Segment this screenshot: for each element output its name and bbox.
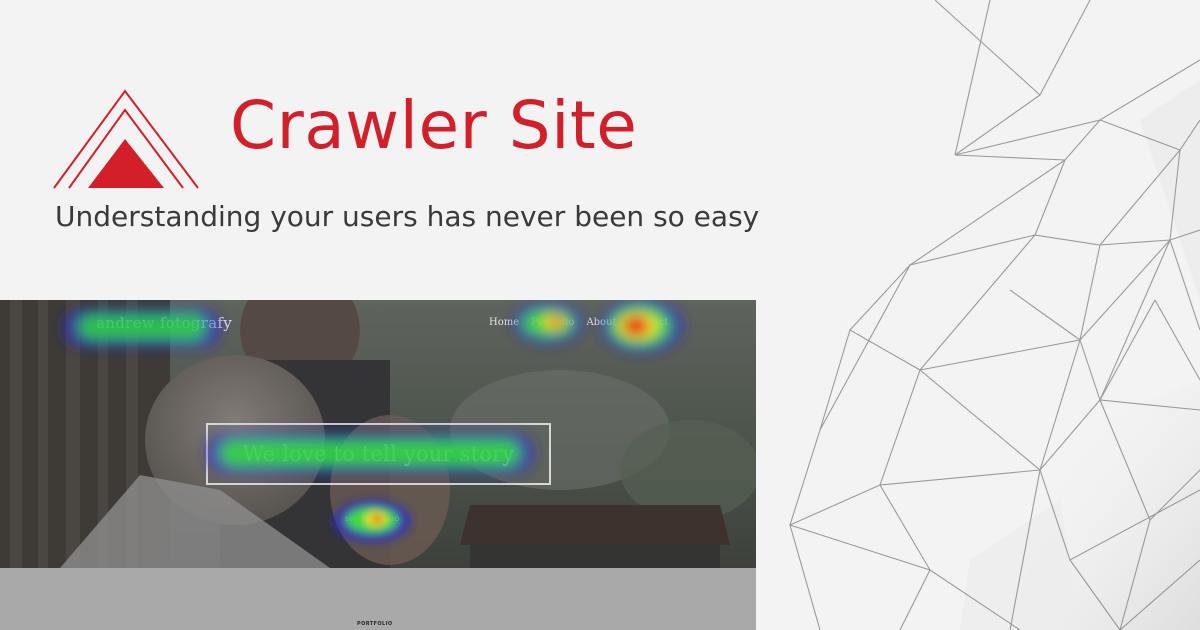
preview-hero-text: We love to tell your story — [242, 442, 515, 466]
preview-nav-contact: Contact — [628, 317, 669, 328]
preview-site-logo: andrew fotografy — [96, 314, 233, 332]
preview-nav-about: About — [586, 317, 617, 328]
preview-nav-home: Home — [489, 317, 520, 328]
brand-logo-icon — [53, 89, 199, 189]
brand-title: Crawler Site — [230, 87, 638, 164]
polygon-mesh-graphic — [789, 0, 1200, 630]
heatmap-screenshot-preview: andrew fotografy Home Portfolio About Co… — [0, 300, 756, 630]
preview-nav-portfolio: Portfolio — [531, 317, 575, 328]
preview-cta-button: SEE PORTFOLIO — [345, 516, 400, 523]
preview-hero-box: We love to tell your story — [206, 423, 551, 485]
preview-site-nav: Home Portfolio About Contact — [489, 317, 668, 328]
brand-tagline: Understanding your users has never been … — [55, 200, 760, 233]
preview-lower-section-label: PORTFOLIO — [357, 621, 393, 627]
